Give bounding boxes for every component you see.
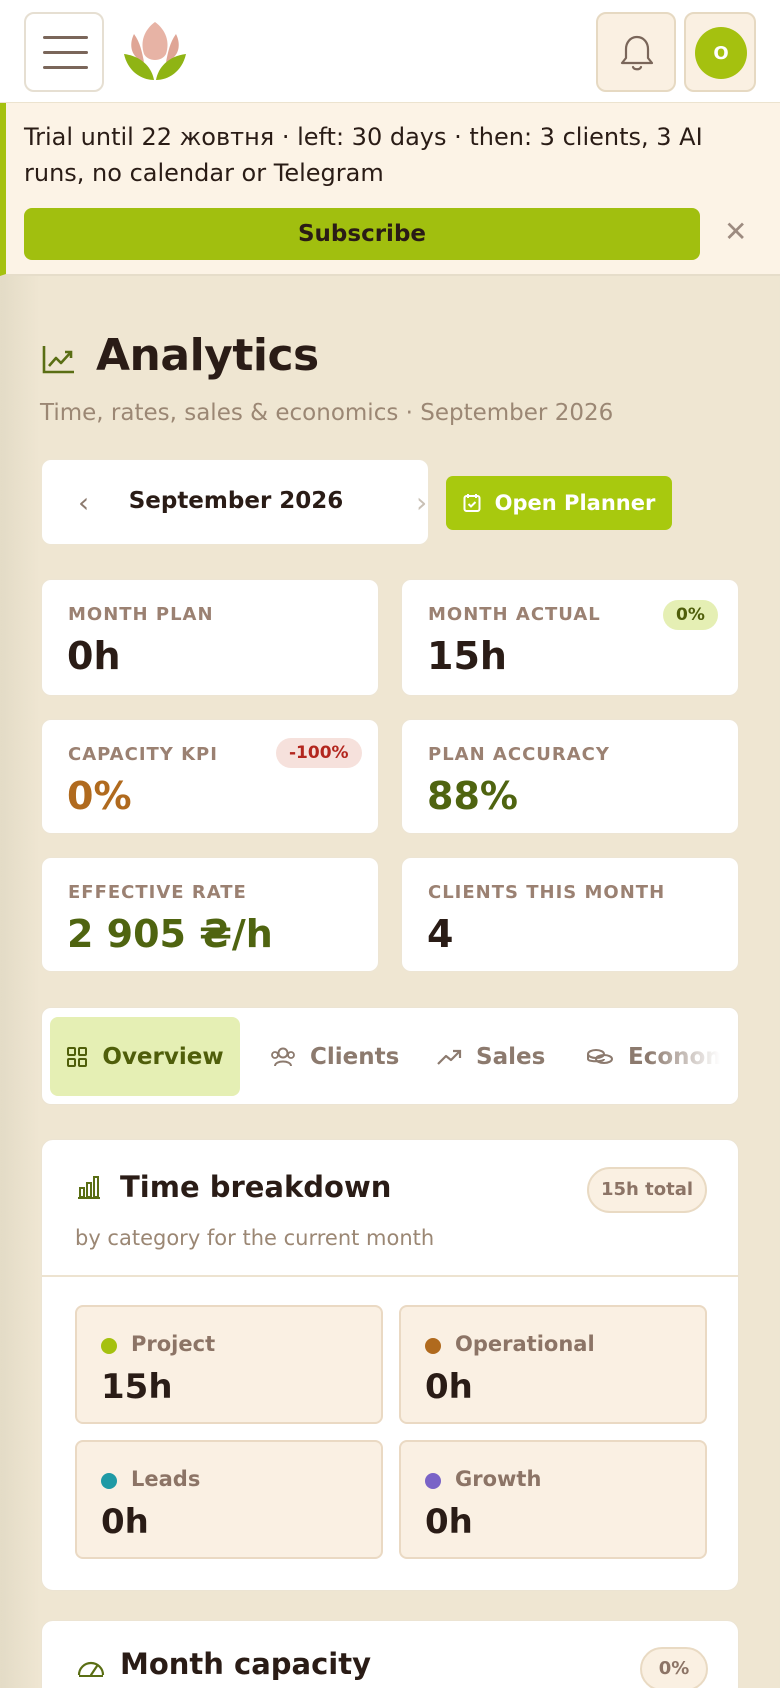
tab-clients[interactable]: Clients (270, 1017, 399, 1096)
kpi-clients-month: CLIENTS THIS MONTH 4 (401, 857, 739, 972)
category-growth: Growth 0h (399, 1440, 707, 1559)
category-value: 0h (101, 1502, 149, 1542)
bar-chart-icon (78, 1176, 100, 1199)
category-name: Growth (455, 1467, 542, 1491)
kpi-month-actual: MONTH ACTUAL 15h 0% (401, 579, 739, 696)
kpi-label: PLAN ACCURACY (428, 744, 610, 765)
tab-sales[interactable]: Sales (436, 1017, 545, 1096)
page-subtitle: Time, rates, sales & economics · Septemb… (40, 400, 614, 426)
menu-bar-icon (43, 66, 88, 69)
open-planner-label: Open Planner (494, 491, 656, 515)
category-dot (425, 1473, 441, 1489)
category-dot (425, 1338, 441, 1354)
grid-icon (67, 1046, 88, 1067)
bell-icon (620, 35, 654, 71)
coins-icon (587, 1048, 613, 1064)
month-picker: ‹ September 2026 › (41, 459, 429, 545)
calendar-check-icon (463, 494, 481, 512)
kpi-value: 2 905 ₴/h (67, 912, 273, 956)
kpi-value: 4 (427, 912, 454, 956)
category-dot (101, 1338, 117, 1354)
card-subtitle: by category for the current month (75, 1226, 435, 1250)
page-title: Analytics (96, 330, 319, 381)
kpi-label: MONTH PLAN (68, 604, 214, 625)
users-icon (271, 1047, 295, 1066)
card-title: Time breakdown (120, 1170, 392, 1204)
trend-icon (437, 1049, 462, 1065)
menu-bar-icon (43, 51, 88, 54)
capacity-badge: 0% (640, 1647, 708, 1688)
total-hours-badge: 15h total (587, 1167, 707, 1213)
category-name: Leads (131, 1467, 201, 1491)
card-title: Month capacity (120, 1647, 372, 1681)
category-value: 0h (425, 1502, 473, 1542)
avatar: O (695, 27, 747, 79)
trial-banner: Trial until 22 жовтня · left: 30 days · … (0, 103, 780, 276)
notifications-button[interactable] (596, 12, 676, 92)
kpi-value: 15h (427, 634, 507, 678)
close-banner-icon[interactable]: ✕ (724, 215, 747, 248)
kpi-value: 0h (67, 634, 121, 678)
kpi-value: 0% (67, 774, 132, 818)
current-month-label: September 2026 (128, 488, 344, 514)
kpi-label: EFFECTIVE RATE (68, 882, 247, 903)
menu-bar-icon (43, 36, 88, 39)
open-planner-button[interactable]: Open Planner (446, 476, 672, 530)
profile-button[interactable]: O (684, 12, 756, 92)
kpi-value: 88% (427, 774, 518, 818)
month-capacity-card: Month capacity 0% (41, 1620, 739, 1688)
subscribe-button[interactable]: Subscribe (24, 208, 700, 260)
trial-message: Trial until 22 жовтня · left: 30 days · … (24, 123, 703, 187)
kpi-plan-accuracy: PLAN ACCURACY 88% (401, 719, 739, 834)
kpi-capacity: CAPACITY KPI 0% -100% (41, 719, 379, 834)
kpi-effective-rate: EFFECTIVE RATE 2 905 ₴/h (41, 857, 379, 972)
top-bar: O (0, 0, 780, 103)
category-name: Operational (455, 1332, 595, 1356)
gauge-icon (77, 1661, 105, 1677)
hamburger-menu-button[interactable] (24, 12, 104, 92)
tab-label: Clients (310, 1043, 400, 1070)
category-project: Project 15h (75, 1305, 383, 1424)
tab-label: Overview (102, 1043, 224, 1070)
category-value: 0h (425, 1367, 473, 1407)
kpi-month-plan: MONTH PLAN 0h (41, 579, 379, 696)
tabs-scroll-fade (648, 1008, 738, 1104)
category-dot (101, 1473, 117, 1489)
time-breakdown-card: Time breakdown 15h total by category for… (41, 1139, 739, 1591)
tab-overview[interactable]: Overview (50, 1017, 240, 1096)
category-leads: Leads 0h (75, 1440, 383, 1559)
divider (42, 1275, 738, 1277)
kpi-label: CAPACITY KPI (68, 744, 218, 765)
analytics-chart-icon (42, 346, 74, 374)
kpi-badge: 0% (663, 600, 718, 630)
next-month-chevron-icon[interactable]: › (416, 486, 427, 519)
tab-label: Sales (476, 1043, 546, 1070)
kpi-label: CLIENTS THIS MONTH (428, 882, 666, 903)
lotus-logo-icon[interactable] (122, 18, 188, 84)
category-value: 15h (101, 1367, 173, 1407)
category-operational: Operational 0h (399, 1305, 707, 1424)
kpi-badge: -100% (276, 738, 362, 768)
category-name: Project (131, 1332, 216, 1356)
analytics-tabs: Overview Clients Sales Economics (41, 1007, 739, 1105)
kpi-label: MONTH ACTUAL (428, 604, 601, 625)
